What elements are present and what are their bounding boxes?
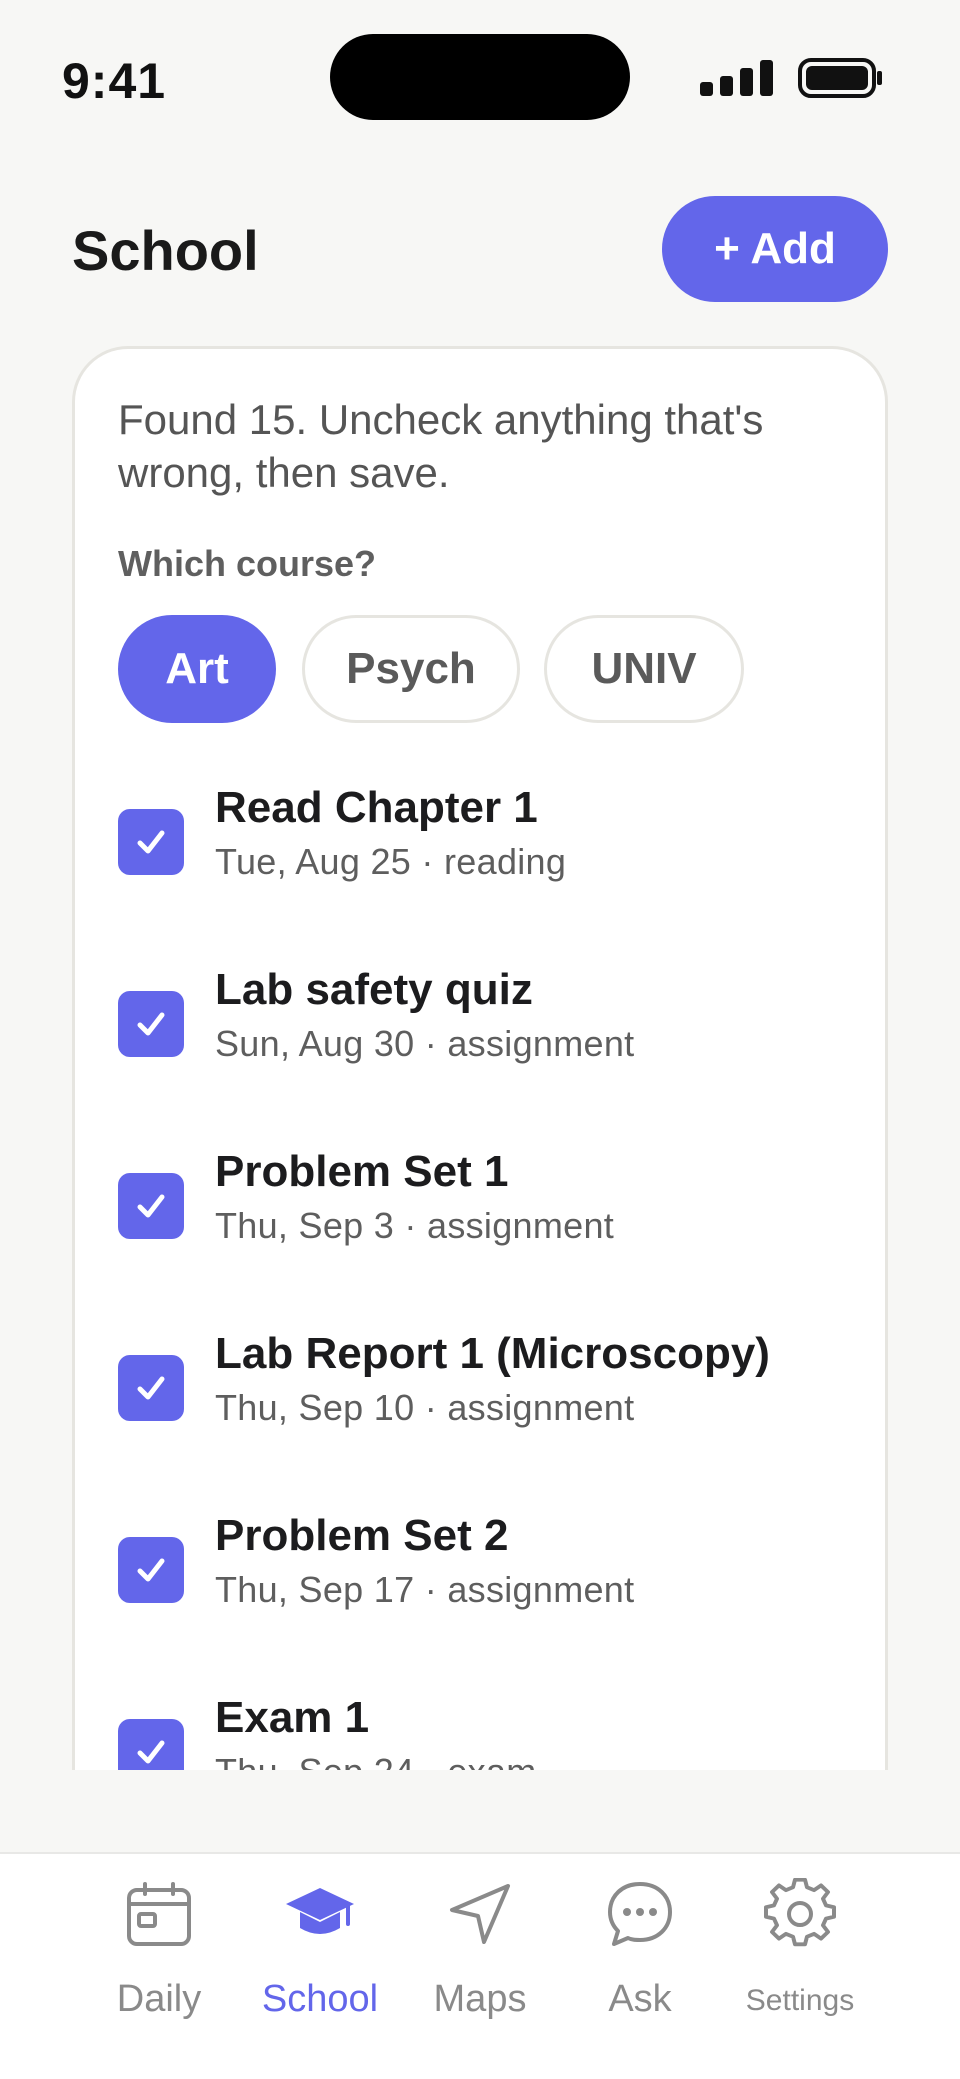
item-checkbox[interactable]: [118, 1355, 184, 1421]
course-chip-art[interactable]: Art: [118, 615, 276, 723]
import-review-card: Found 15. Uncheck anything that's wrong,…: [72, 346, 888, 1770]
item-subtitle: Thu, Sep 3 · assignment: [215, 1205, 615, 1246]
item-title: Exam 1: [215, 1693, 370, 1742]
battery-icon: [798, 58, 882, 98]
course-prompt: Which course?: [118, 543, 377, 584]
item-subtitle: Tue, Aug 25 · reading: [215, 841, 567, 882]
found-message: Found 15. Uncheck anything that's wrong,…: [118, 396, 764, 496]
checkmark-icon: [137, 1558, 165, 1582]
item-checkbox[interactable]: [118, 809, 184, 875]
tab-bar: Daily School Maps Ask Settings: [0, 1852, 960, 2079]
list-item: Lab Report 1 (Microscopy) Thu, Sep 10 · …: [118, 1329, 878, 1459]
list-item: Problem Set 2 Thu, Sep 17 · assignment: [118, 1511, 878, 1641]
tab-school[interactable]: School: [240, 1854, 400, 2034]
tab-daily[interactable]: Daily: [79, 1854, 239, 2034]
course-chip-univ[interactable]: UNIV: [544, 615, 744, 723]
item-checkbox[interactable]: [118, 1173, 184, 1239]
graduation-cap-icon: [286, 1888, 354, 1934]
calendar-icon: [127, 1882, 191, 1946]
list-item: Lab safety quiz Sun, Aug 30 · assignment: [118, 965, 878, 1095]
dynamic-island: [330, 34, 630, 120]
chat-bubble-icon: [608, 1882, 672, 1946]
item-subtitle: Thu, Sep 17 · assignment: [215, 1569, 635, 1610]
tab-label: Daily: [116, 1978, 202, 2020]
checkmark-icon: [137, 1012, 165, 1036]
item-title: Lab Report 1 (Microscopy): [215, 1329, 770, 1378]
item-title: Lab safety quiz: [215, 965, 533, 1014]
item-title: Problem Set 1: [215, 1147, 509, 1196]
item-subtitle: Thu, Sep 10 · assignment: [215, 1387, 635, 1428]
gear-icon: [764, 1878, 836, 1947]
tab-label: Maps: [433, 1978, 527, 2020]
list-item: Problem Set 1 Thu, Sep 3 · assignment: [118, 1147, 878, 1277]
list-item: Read Chapter 1 Tue, Aug 25 · reading: [118, 783, 878, 913]
navigation-arrow-icon: [450, 1884, 510, 1944]
item-title: Problem Set 2: [215, 1511, 509, 1560]
tab-label: Settings: [745, 1984, 855, 2017]
tab-label: Ask: [608, 1978, 672, 2020]
page-title: School: [72, 219, 259, 282]
school-screen: 9:41 School + Add Found 15. Uncheck anyt…: [0, 0, 960, 2079]
add-button[interactable]: + Add: [662, 196, 888, 302]
status-time: 9:41: [62, 53, 167, 109]
status-bar: 9:41: [0, 0, 960, 150]
course-chip-psych[interactable]: Psych: [302, 615, 520, 723]
item-checkbox[interactable]: [118, 1719, 184, 1770]
item-subtitle: Thu, Sep 24 · exam: [215, 1751, 537, 1770]
list-item: Exam 1 Thu, Sep 24 · exam: [118, 1693, 878, 1770]
checkmark-icon: [137, 1740, 165, 1764]
item-subtitle: Sun, Aug 30 · assignment: [215, 1023, 635, 1064]
cellular-signal-icon: [700, 60, 773, 96]
tab-label: School: [261, 1978, 379, 2020]
tab-ask[interactable]: Ask: [560, 1854, 720, 2034]
item-checkbox[interactable]: [118, 1537, 184, 1603]
checkmark-icon: [137, 1376, 165, 1400]
checkmark-icon: [137, 1194, 165, 1218]
tab-settings[interactable]: Settings: [720, 1854, 880, 2034]
item-checkbox[interactable]: [118, 991, 184, 1057]
item-title: Read Chapter 1: [215, 783, 538, 832]
tab-maps[interactable]: Maps: [400, 1854, 560, 2034]
checkmark-icon: [137, 830, 165, 854]
